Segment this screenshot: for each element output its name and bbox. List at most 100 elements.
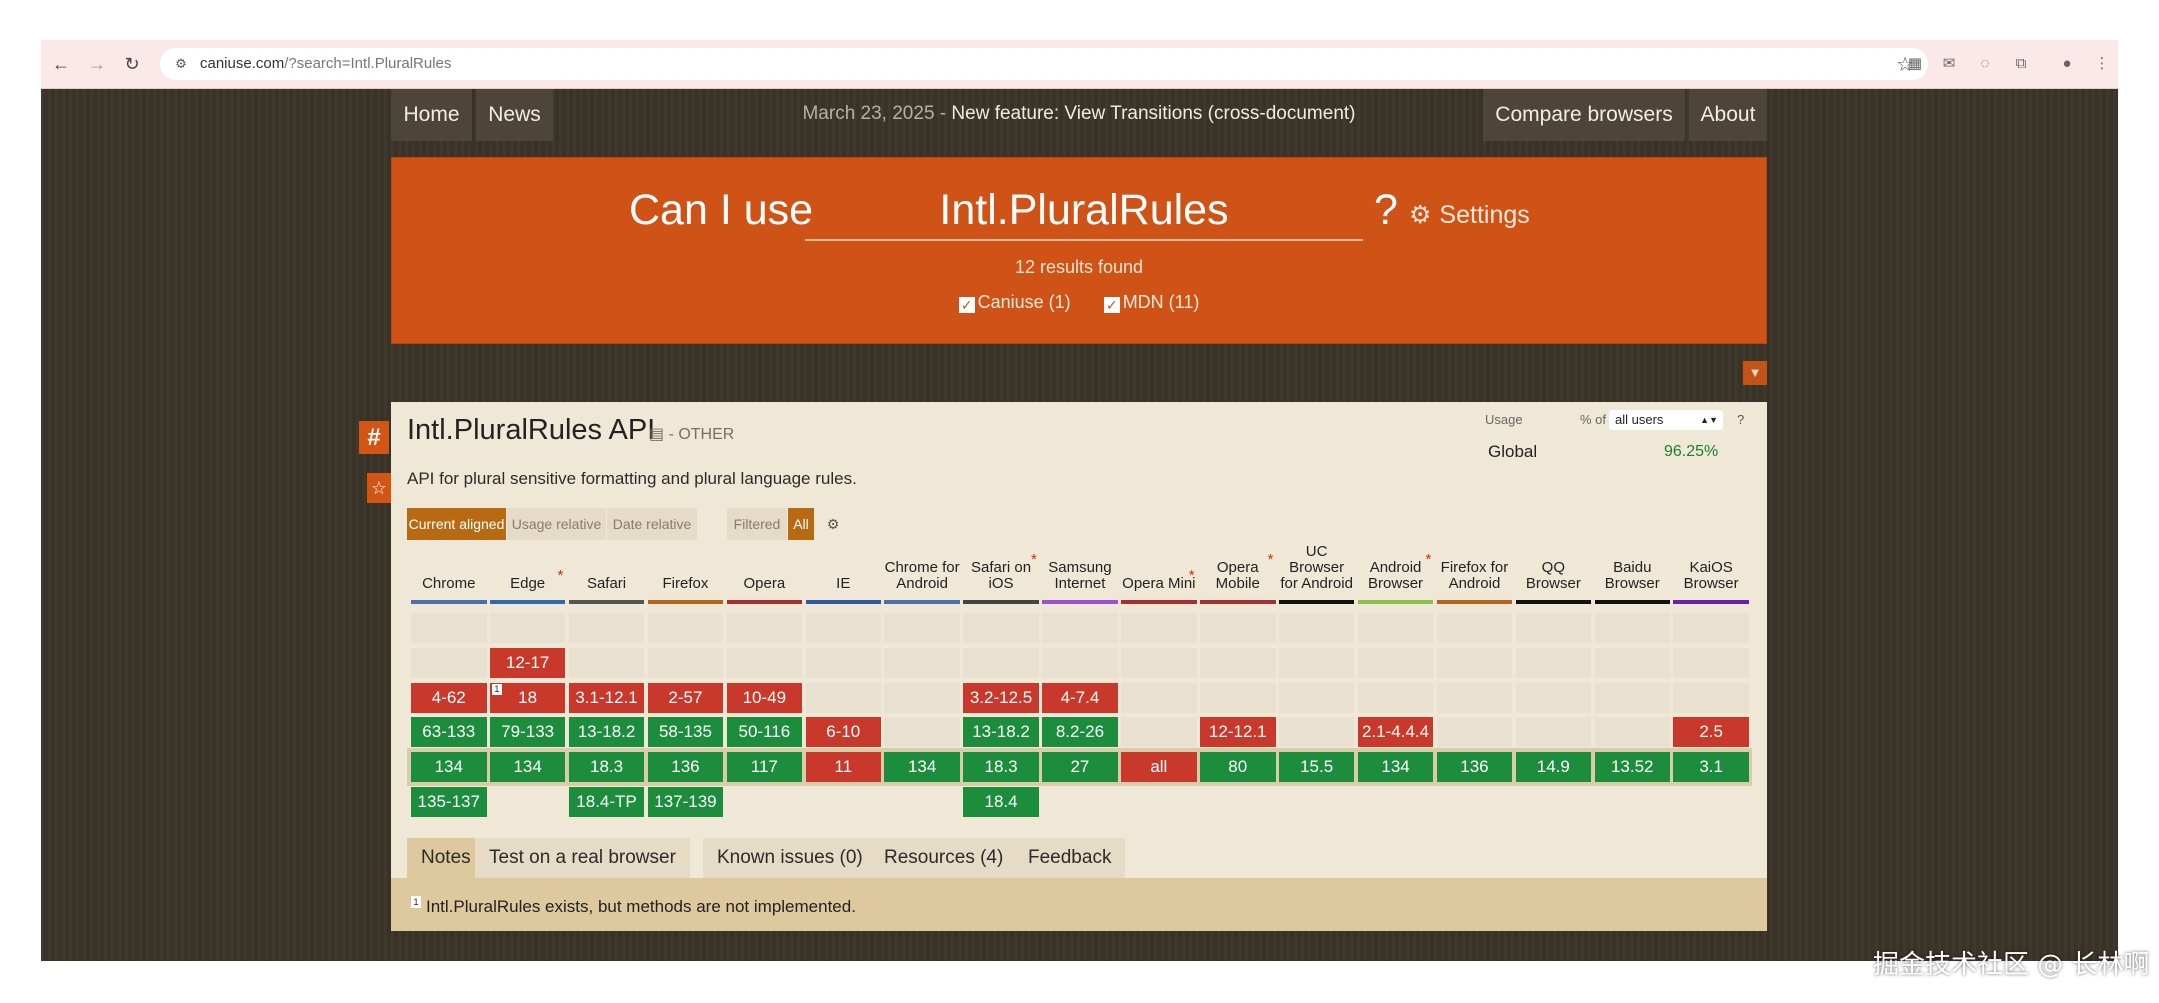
browser-header[interactable]: QQ Browser xyxy=(1515,502,1592,604)
support-cell[interactable]: 6-10 xyxy=(805,717,881,748)
caniuse-filter-checkbox[interactable]: ✓ Caniuse (1) xyxy=(958,292,1071,313)
support-cell[interactable]: all xyxy=(1121,752,1197,783)
support-cell[interactable]: 13-18.2 xyxy=(963,717,1039,748)
support-cell[interactable]: 11 xyxy=(805,752,881,783)
menu-icon[interactable]: ⋮ xyxy=(2091,53,2113,75)
forward-icon[interactable]: → xyxy=(85,52,109,76)
site-info-icon[interactable]: ⚙ xyxy=(172,55,190,73)
empty-cell xyxy=(1200,682,1276,713)
browser-name: Safari on iOS xyxy=(971,559,1032,592)
profile-icon[interactable]: ● xyxy=(2056,53,2078,75)
support-cell[interactable]: 4-7.4 xyxy=(1042,682,1118,713)
reload-icon[interactable]: ↻ xyxy=(120,52,144,76)
permalink-hash-button[interactable]: # xyxy=(359,421,389,454)
support-cell[interactable]: 14.9 xyxy=(1515,752,1592,783)
results-count: 12 results found xyxy=(1014,257,1144,277)
search-input[interactable]: Intl.PluralRules xyxy=(805,179,1363,241)
mail-icon[interactable]: ✉ xyxy=(1938,53,1960,75)
empty-cell xyxy=(1357,647,1434,678)
empty-cell xyxy=(1436,613,1513,643)
support-cell[interactable]: 137-139 xyxy=(647,787,724,817)
browser-header[interactable]: Opera xyxy=(726,502,803,604)
support-cell[interactable]: 134 xyxy=(489,752,566,783)
support-cell[interactable]: 2.1-4.4.4 xyxy=(1357,717,1434,748)
empty-cell xyxy=(805,647,881,678)
browser-header[interactable]: Safari on iOS * xyxy=(963,502,1039,604)
support-cell[interactable]: 134 xyxy=(1357,752,1434,783)
empty-cell xyxy=(1515,682,1592,713)
browser-header[interactable]: Chrome for Android xyxy=(884,502,960,604)
gear-icon: ⚙ xyxy=(1409,201,1432,229)
filter-icon[interactable]: ▼ xyxy=(1743,361,1767,385)
support-cell[interactable]: 136 xyxy=(647,752,724,783)
browser-header[interactable]: Firefox xyxy=(647,502,724,604)
support-cell[interactable]: 4-62 xyxy=(411,682,487,713)
tab-known-issues[interactable]: Known issues (0) xyxy=(703,838,877,878)
browser-header[interactable]: IE xyxy=(805,502,881,604)
support-cell[interactable]: 2.5 xyxy=(1673,717,1749,748)
nav-compare-browsers[interactable]: Compare browsers xyxy=(1483,89,1685,141)
browser-color-bar xyxy=(963,600,1039,604)
support-cell[interactable]: 10-49 xyxy=(726,682,803,713)
extension-icon[interactable]: ◌ xyxy=(1974,53,1996,75)
browser-header[interactable]: KaiOS Browser xyxy=(1673,502,1749,604)
browser-header[interactable]: Firefox for Android xyxy=(1436,502,1513,604)
empty-cell xyxy=(726,647,803,678)
support-cell[interactable]: 12-17 xyxy=(489,647,566,678)
browser-header[interactable]: Safari xyxy=(568,502,645,604)
empty-cell xyxy=(647,647,724,678)
browser-header[interactable]: Chrome xyxy=(411,502,487,604)
support-cell[interactable]: 2-57 xyxy=(647,682,724,713)
help-question-mark[interactable]: ? xyxy=(1374,186,1398,235)
support-cell[interactable]: 18 1 xyxy=(489,682,566,713)
tab-resources[interactable]: Resources (4) xyxy=(870,838,1018,878)
support-cell[interactable]: 12-12.1 xyxy=(1200,717,1276,748)
browser-header[interactable]: UC Browser for Android xyxy=(1278,502,1355,604)
support-cell[interactable]: 135-137 xyxy=(411,787,487,817)
browser-header[interactable]: Baidu Browser xyxy=(1594,502,1670,604)
support-cell[interactable]: 136 xyxy=(1436,752,1513,783)
support-cell[interactable]: 18.3 xyxy=(568,752,645,783)
puzzle-icon[interactable]: ⧉ xyxy=(2010,53,2032,75)
favorite-star-button[interactable]: ☆ xyxy=(367,473,391,503)
settings-button[interactable]: ⚙ Settings xyxy=(1409,200,1530,230)
support-cell[interactable]: 134 xyxy=(411,752,487,783)
support-cell[interactable]: 18.4-TP xyxy=(568,787,645,817)
support-cell[interactable]: 80 xyxy=(1200,752,1276,783)
support-cell[interactable]: 3.1 xyxy=(1673,752,1749,783)
support-cell[interactable]: 18.4 xyxy=(963,787,1039,817)
empty-cell xyxy=(1594,613,1670,643)
browser-header[interactable]: Opera Mobile * xyxy=(1200,502,1276,604)
browser-header[interactable]: Samsung Internet xyxy=(1042,502,1118,604)
tab-feedback[interactable]: Feedback xyxy=(1014,838,1126,878)
support-cell[interactable]: 13.52 xyxy=(1594,752,1670,783)
browser-name: IE xyxy=(836,575,851,592)
support-cell[interactable]: 27 xyxy=(1042,752,1118,783)
back-icon[interactable]: ← xyxy=(49,52,73,76)
support-cell[interactable]: 117 xyxy=(726,752,803,783)
support-cell[interactable]: 63-133 xyxy=(411,717,487,748)
support-cell[interactable]: 3.2-12.5 xyxy=(963,682,1039,713)
support-cell[interactable]: 15.5 xyxy=(1278,752,1355,783)
support-cell[interactable]: 3.1-12.1 xyxy=(568,682,645,713)
browser-header[interactable]: Android Browser * xyxy=(1357,502,1434,604)
extension-icon[interactable]: ▦ xyxy=(1904,53,1926,75)
support-cell[interactable]: 134 xyxy=(884,752,960,783)
empty-cell xyxy=(489,613,566,643)
support-cell[interactable]: 8.2-26 xyxy=(1042,717,1118,748)
support-cell[interactable]: 50-116 xyxy=(726,717,803,748)
empty-cell xyxy=(1515,613,1592,643)
tab-notes[interactable]: Notes xyxy=(407,838,485,878)
nav-about[interactable]: About xyxy=(1689,89,1767,141)
browser-header[interactable]: Opera Mini * xyxy=(1121,502,1197,604)
browser-color-bar xyxy=(1200,600,1276,604)
browser-header[interactable]: Edge * xyxy=(489,502,566,604)
address-bar[interactable]: ⚙ caniuse.com/?search=Intl.PluralRules ☆ xyxy=(160,48,1928,80)
support-cell[interactable]: 58-135 xyxy=(647,717,724,748)
support-cell[interactable]: 13-18.2 xyxy=(568,717,645,748)
mdn-filter-checkbox[interactable]: ✓ MDN (11) xyxy=(1103,292,1199,313)
empty-cell xyxy=(726,613,803,643)
support-cell[interactable]: 79-133 xyxy=(489,717,566,748)
support-cell[interactable]: 18.3 xyxy=(963,752,1039,783)
tab-test-real-browser[interactable]: Test on a real browser xyxy=(475,838,690,878)
